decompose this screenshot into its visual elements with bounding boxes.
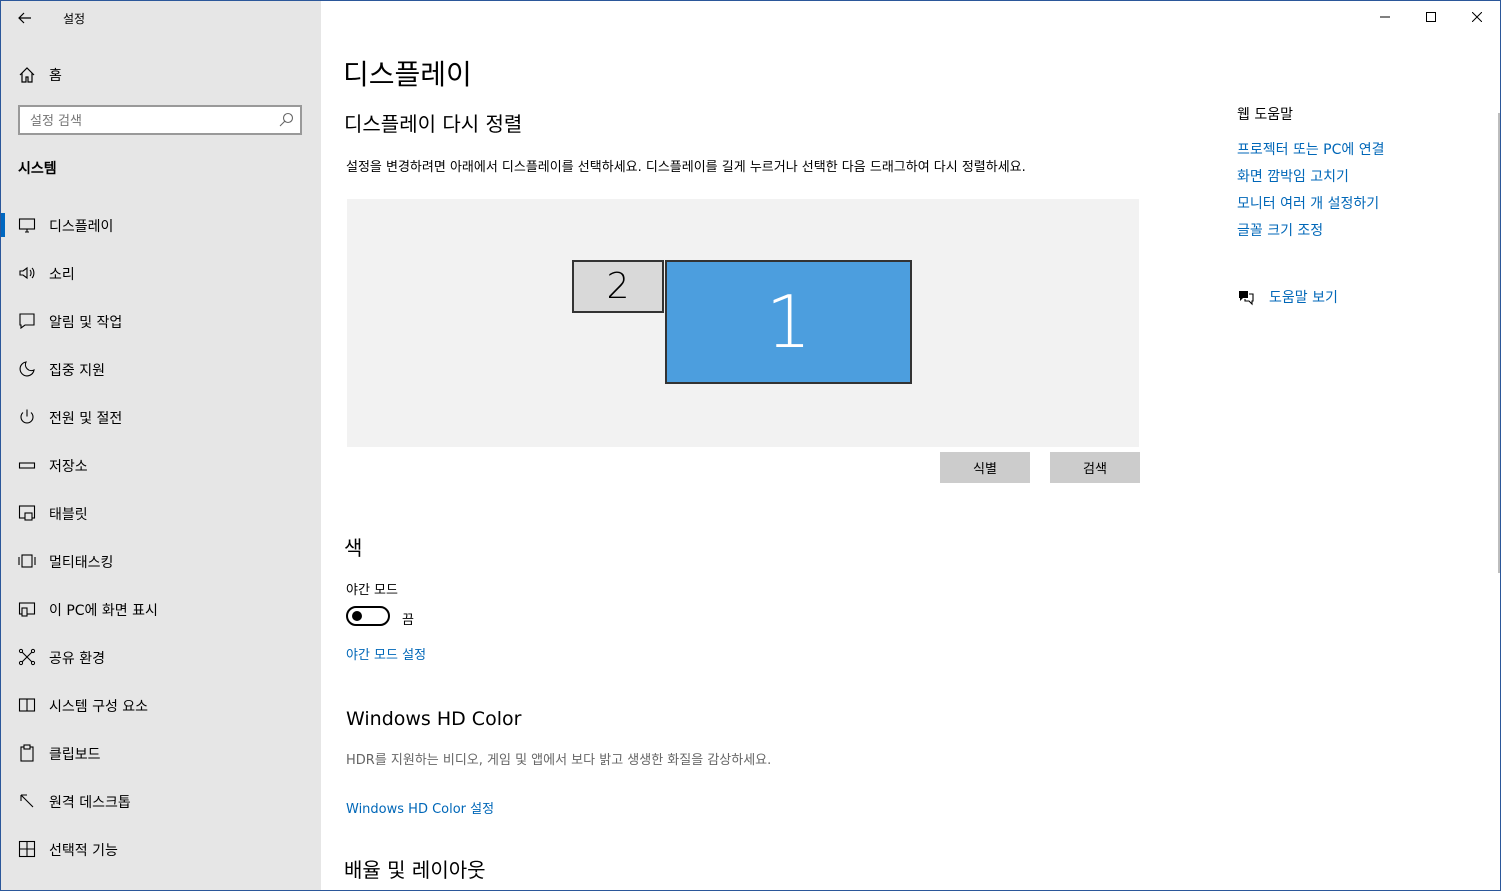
minimize-button[interactable] [1362,1,1408,33]
sidebar-item-label: 태블릿 [49,507,88,523]
sidebar-item-label: 집중 지원 [49,363,105,379]
toggle-knob [352,611,362,621]
monitor-number: 2 [606,266,630,307]
sidebar-item-project[interactable]: 이 PC에 화면 표시 [1,593,321,641]
sidebar-item-sound[interactable]: 소리 [1,257,321,305]
night-mode-settings-link[interactable]: 야간 모드 설정 [346,644,426,663]
sidebar-item-shared-experiences[interactable]: 공유 환경 [1,641,321,689]
tablet-icon [18,505,36,521]
search-icon[interactable] [278,112,294,128]
clipboard-icon [20,744,34,762]
hd-color-heading: Windows HD Color [346,708,522,730]
display-monitor-2[interactable]: 2 [572,260,664,313]
storage-icon [18,462,36,469]
title-bar: 설정 [1,1,321,35]
arrow-left-icon [18,12,31,24]
power-icon [20,409,34,424]
scrollbar[interactable] [1498,113,1500,573]
window-controls [1362,1,1500,33]
sidebar-item-system-components[interactable]: 시스템 구성 요소 [1,689,321,737]
night-mode-toggle[interactable] [346,606,390,626]
notification-icon [19,313,35,330]
sidebar-item-label: 디스플레이 [49,219,114,235]
optional-features-icon [18,840,36,858]
sidebar-item-label: 멀티태스킹 [49,555,114,571]
close-button[interactable] [1454,1,1500,33]
chat-help-icon [1239,291,1254,306]
section-label: 시스템 [18,161,57,177]
sidebar-item-label: 저장소 [49,459,88,475]
minimize-icon [1380,16,1390,18]
night-mode-label: 야간 모드 [346,583,398,598]
rearrange-heading: 디스플레이 다시 정렬 [344,112,523,136]
close-icon [1472,12,1482,22]
sidebar-item-label: 클립보드 [49,747,101,763]
speaker-icon [19,266,35,280]
remote-desktop-icon [20,794,34,808]
multitasking-icon [18,554,36,568]
main-content: 디스플레이 디스플레이 다시 정렬 설정을 변경하려면 아래에서 디스플레이를 … [321,1,1500,890]
sidebar-item-display[interactable]: 디스플레이 [1,209,321,257]
system-components-icon [18,698,36,712]
help-link-font-size[interactable]: 글꼴 크기 조정 [1237,220,1385,247]
get-help-link[interactable]: 도움말 보기 [1269,287,1338,307]
sidebar-item-storage[interactable]: 저장소 [1,449,321,497]
help-title: 웹 도움말 [1237,107,1293,123]
search-box[interactable] [18,105,302,135]
sidebar-item-power[interactable]: 전원 및 절전 [1,401,321,449]
night-mode-state: 끔 [402,613,414,628]
rearrange-description: 설정을 변경하려면 아래에서 디스플레이를 선택하세요. 디스플레이를 길게 누… [346,160,1026,175]
detect-button[interactable]: 검색 [1050,452,1140,483]
sidebar-nav: 디스플레이 소리 알림 및 작업 집중 지원 전원 및 절전 저장소 태블릿 멀… [1,209,321,881]
sidebar: 설정 홈 시스템 디스플레이 소리 알림 및 작업 [1,1,321,890]
scale-layout-heading: 배율 및 레이아웃 [344,858,486,882]
page-title: 디스플레이 [343,58,472,91]
sidebar-item-optional-features[interactable]: 선택적 기능 [1,833,321,881]
sidebar-item-remote-desktop[interactable]: 원격 데스크톱 [1,785,321,833]
hd-color-description: HDR를 지원하는 비디오, 게임 및 앱에서 보다 밝고 생생한 화질을 감상… [346,753,772,768]
sidebar-item-label: 소리 [49,267,75,283]
moon-icon [19,361,35,377]
sidebar-item-label: 공유 환경 [49,651,105,667]
hd-color-settings-link[interactable]: Windows HD Color 설정 [346,798,494,817]
sidebar-item-clipboard[interactable]: 클립보드 [1,737,321,785]
maximize-button[interactable] [1408,1,1454,33]
settings-window: 설정 홈 시스템 디스플레이 소리 알림 및 작업 [0,0,1501,891]
sidebar-item-label: 원격 데스크톱 [49,795,131,811]
sidebar-item-focus-assist[interactable]: 집중 지원 [1,353,321,401]
monitor-icon [18,218,36,233]
help-links: 프로젝터 또는 PC에 연결 화면 깜박임 고치기 모니터 여러 개 설정하기 … [1237,139,1385,247]
display-arrangement-area[interactable]: 2 1 [347,199,1139,447]
sidebar-item-multitasking[interactable]: 멀티태스킹 [1,545,321,593]
help-link-fix-flicker[interactable]: 화면 깜박임 고치기 [1237,166,1385,193]
identify-button[interactable]: 식별 [940,452,1030,483]
home-icon [19,67,35,83]
sidebar-item-label: 선택적 기능 [49,843,118,859]
sidebar-item-notifications[interactable]: 알림 및 작업 [1,305,321,353]
back-button[interactable] [1,1,49,35]
sidebar-item-label: 알림 및 작업 [49,315,123,331]
sidebar-item-label: 전원 및 절전 [49,411,123,427]
monitor-number: 1 [765,280,812,364]
sidebar-item-label: 홈 [49,68,62,84]
help-link-connect-projector[interactable]: 프로젝터 또는 PC에 연결 [1237,139,1385,166]
sidebar-item-tablet[interactable]: 태블릿 [1,497,321,545]
project-icon [18,602,36,617]
sidebar-item-home[interactable]: 홈 [1,59,321,91]
maximize-icon [1426,12,1436,22]
sidebar-item-label: 시스템 구성 요소 [49,699,149,715]
sidebar-item-label: 이 PC에 화면 표시 [49,603,158,619]
app-title: 설정 [63,12,86,26]
search-input[interactable] [28,110,272,132]
color-heading: 색 [344,536,363,560]
shared-experiences-icon [18,648,36,666]
help-link-multiple-monitors[interactable]: 모니터 여러 개 설정하기 [1237,193,1385,220]
display-monitor-1[interactable]: 1 [665,260,912,384]
